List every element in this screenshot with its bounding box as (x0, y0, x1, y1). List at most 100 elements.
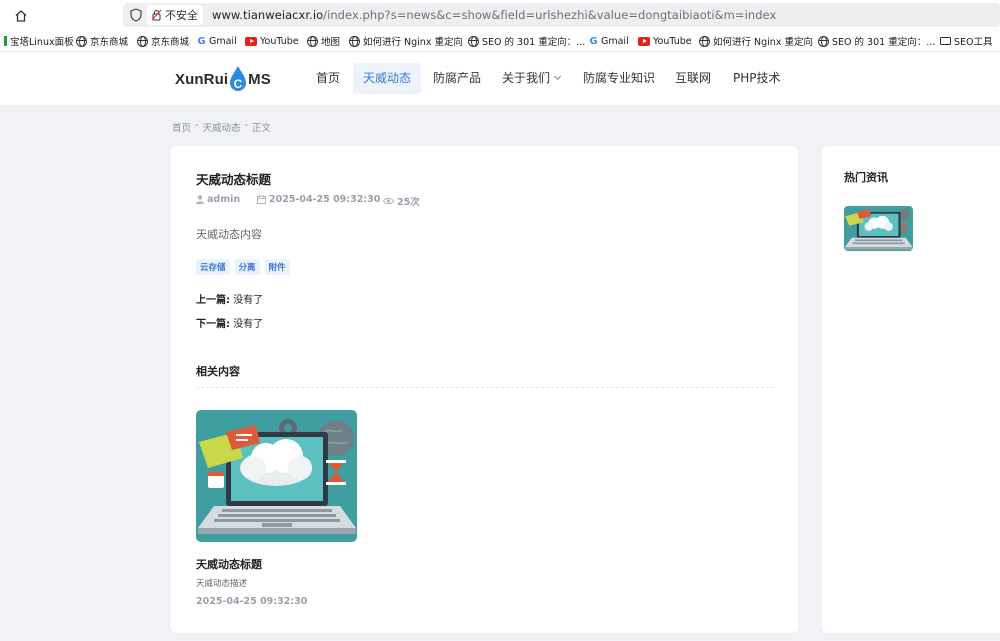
insecure-badge[interactable]: 不安全 (147, 5, 203, 25)
related-thumbnail[interactable] (196, 410, 357, 542)
related-item-date: 2025-04-25 09:32:30 (196, 596, 308, 607)
nav-item-home[interactable]: 首页 (306, 63, 350, 94)
globe-icon (76, 35, 87, 47)
next-value[interactable]: 没有了 (233, 319, 263, 330)
views-count: 25次 (397, 197, 420, 208)
prev-article: 上一篇: 没有了 (196, 291, 263, 306)
calendar-icon (257, 195, 266, 204)
bookmark-item[interactable]: 宝塔Linux面板 (4, 34, 74, 48)
related-item-desc: 天威动态描述 (196, 579, 248, 589)
nav-item-products[interactable]: 防腐产品 (423, 63, 491, 94)
bookmark-item[interactable]: 地图 (307, 34, 340, 48)
next-article: 下一篇: 没有了 (196, 315, 263, 330)
bookmark-label: 京东商城 (151, 37, 190, 48)
nav-item-about-us[interactable]: 关于我们 (492, 63, 570, 94)
bookmark-label: 宝塔Linux面板 (10, 37, 74, 48)
site-logo[interactable]: XunRui C MS (175, 62, 271, 96)
bookmark-label: SEO工具 (954, 37, 993, 48)
globe-icon (699, 35, 710, 47)
bookmark-item[interactable]: 如何进行 Nginx 重定向 (349, 34, 463, 48)
date-text: 2025-04-25 09:32:30 (269, 194, 381, 205)
breadcrumb-home[interactable]: 首页 (172, 120, 191, 134)
bookmark-label: Gmail (209, 35, 237, 47)
url-domain: www.tianweiacxr.io (212, 8, 324, 22)
insecure-label: 不安全 (165, 9, 198, 22)
bookmark-item[interactable]: SEO工具 (940, 34, 993, 48)
tag[interactable]: 分离 (234, 259, 260, 275)
nav-item-tianwei-news[interactable]: 天威动态 (353, 63, 422, 94)
nav-label: 互联网 (675, 71, 712, 85)
nav-label: 防腐产品 (433, 71, 482, 85)
google-icon: G (589, 35, 598, 47)
baota-icon (4, 36, 7, 46)
url-text[interactable]: www.tianweiacxr.io/index.php?s=news&c=sh… (212, 8, 776, 22)
chevron-down-icon (553, 72, 562, 81)
breadcrumb: 首页 - 天威动态 - 正文 (172, 120, 271, 134)
nav-item-knowledge[interactable]: 防腐专业知识 (573, 63, 665, 94)
bookmark-item[interactable]: G Gmail (197, 34, 237, 48)
hot-news-heading: 热门资讯 (844, 171, 888, 184)
article-title: 天威动态标题 (196, 172, 272, 187)
bookmark-label: YouTube (260, 35, 299, 47)
laptop-cloud-illustration (196, 410, 357, 542)
bookmark-item[interactable]: SEO 的 301 重定向：... (818, 34, 935, 48)
globe-icon (468, 35, 479, 47)
youtube-icon (245, 36, 257, 46)
nav-label: 防腐专业知识 (583, 71, 656, 85)
eye-icon (383, 197, 394, 205)
globe-icon (137, 35, 148, 47)
google-icon: G (197, 35, 206, 47)
bookmarks-bar: 宝塔Linux面板 京东商城 京东商城 G Gmail YouTube 地图 如何… (0, 30, 1000, 52)
bookmark-item[interactable]: YouTube (638, 34, 692, 48)
article-content: 天威动态内容 (196, 228, 262, 241)
next-label: 下一篇: (196, 319, 230, 330)
bookmark-item[interactable]: 京东商城 (137, 34, 189, 48)
bookmark-item[interactable]: G Gmail (589, 34, 629, 48)
bookmark-label: SEO 的 301 重定向：... (482, 37, 586, 48)
article-card (171, 146, 798, 633)
globe-icon (307, 35, 318, 47)
tracking-shield-icon[interactable] (128, 7, 144, 23)
globe-icon (818, 35, 829, 47)
url-path: /index.php?s=news&c=show&field=urlshezhi… (323, 8, 777, 22)
tag[interactable]: 附件 (264, 259, 290, 275)
bookmark-item[interactable]: SEO 的 301 重定向：... (468, 34, 585, 48)
nav-item-internet[interactable]: 互联网 (665, 63, 721, 94)
folder-icon (940, 37, 951, 45)
breadcrumb-separator: - (195, 120, 199, 131)
nav-item-php[interactable]: PHP技术 (723, 63, 791, 94)
article-views: 25次 (383, 194, 420, 208)
youtube-icon (638, 36, 650, 46)
bookmark-label: SEO 的 301 重定向：... (832, 37, 936, 48)
bookmark-item[interactable]: 如何进行 Nginx 重定向 (699, 34, 813, 48)
user-icon (196, 195, 204, 204)
nav-label: PHP技术 (733, 71, 781, 85)
breadcrumb-category[interactable]: 天威动态 (202, 120, 240, 134)
bookmark-label: YouTube (653, 35, 692, 47)
breadcrumb-separator: - (244, 120, 248, 131)
tag[interactable]: 云存储 (196, 259, 230, 275)
prev-value[interactable]: 没有了 (233, 295, 263, 306)
article-author: admin (196, 194, 240, 205)
logo-drop-icon: C (229, 65, 247, 93)
home-icon[interactable] (11, 6, 31, 26)
bookmark-label: 如何进行 Nginx 重定向 (363, 37, 463, 48)
breadcrumb-current: 正文 (251, 123, 271, 134)
divider (196, 387, 774, 388)
nav-label: 首页 (316, 71, 341, 85)
insecure-lock-icon (151, 9, 162, 21)
bookmark-item[interactable]: YouTube (245, 34, 299, 48)
prev-label: 上一篇: (196, 295, 230, 306)
related-heading: 相关内容 (196, 365, 240, 378)
bookmark-label: 地图 (321, 37, 341, 48)
laptop-cloud-illustration (844, 206, 913, 251)
hot-news-thumbnail[interactable] (844, 206, 913, 251)
bookmark-label: 如何进行 Nginx 重定向 (713, 37, 813, 48)
author-name: admin (207, 194, 241, 205)
globe-icon (349, 35, 360, 47)
bookmark-label: Gmail (601, 35, 629, 47)
nav-label: 关于我们 (502, 71, 551, 85)
bookmark-item[interactable]: 京东商城 (76, 34, 128, 48)
related-item-title[interactable]: 天威动态标题 (196, 556, 262, 572)
article-date: 2025-04-25 09:32:30 (257, 194, 380, 205)
